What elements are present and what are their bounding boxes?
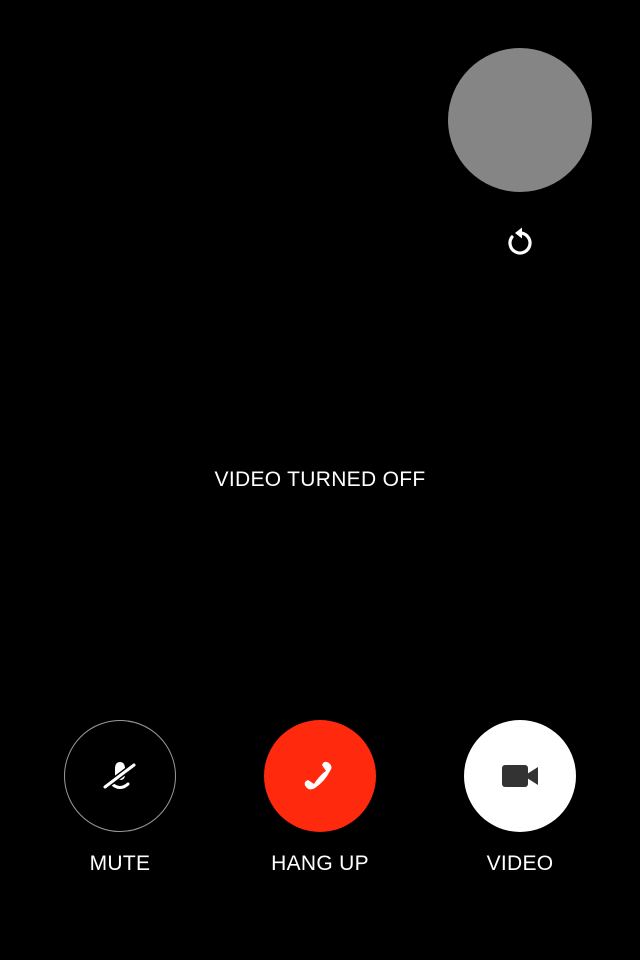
hangup-control: HANG UP xyxy=(240,720,400,876)
video-camera-icon xyxy=(502,765,538,787)
rotate-camera-icon xyxy=(508,227,532,255)
call-controls: MUTE HANG UP VIDEO xyxy=(0,720,640,890)
video-control: VIDEO xyxy=(440,720,600,876)
switch-camera-button[interactable] xyxy=(500,222,540,262)
phone-hangup-icon xyxy=(304,761,332,790)
video-toggle-button[interactable] xyxy=(464,720,576,832)
hang-up-label: HANG UP xyxy=(271,852,369,875)
video-status-text: VIDEO TURNED OFF xyxy=(214,468,426,491)
mute-control: MUTE xyxy=(40,720,200,876)
self-camera-preview xyxy=(448,48,592,192)
microphone-off-icon xyxy=(102,762,137,790)
hang-up-button[interactable] xyxy=(264,720,376,832)
mute-button[interactable] xyxy=(64,720,176,832)
mute-label: MUTE xyxy=(89,852,151,875)
video-label: VIDEO xyxy=(486,852,554,875)
